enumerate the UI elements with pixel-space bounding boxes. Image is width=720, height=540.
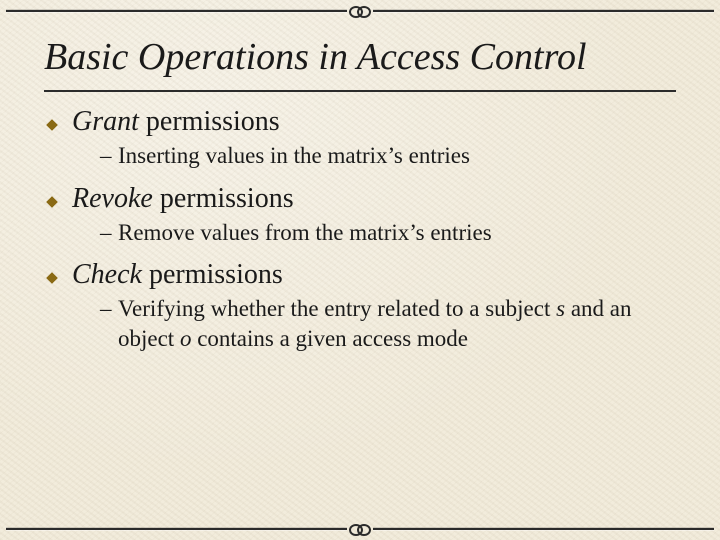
diamond-bullet-icon: [44, 112, 61, 129]
var-s: s: [556, 296, 565, 321]
slide-title: Basic Operations in Access Control: [44, 36, 676, 92]
list-item: Revoke permissions Remove values from th…: [44, 181, 676, 248]
operation-rest: permissions: [139, 106, 280, 137]
list-item: Grant permissions Inserting values in th…: [44, 104, 676, 171]
diamond-bullet-icon: [44, 265, 61, 282]
var-o: o: [180, 326, 192, 351]
sub-list: Inserting values in the matrix’s entries: [72, 141, 676, 171]
operation-verb: Check: [72, 259, 142, 290]
operation-verb: Revoke: [72, 183, 153, 214]
sub-item: Remove values from the matrix’s entries: [100, 218, 676, 248]
operation-verb: Grant: [72, 106, 139, 137]
decorative-border-top: [6, 6, 714, 16]
sub-item: Inserting values in the matrix’s entries: [100, 141, 676, 171]
sub-text: contains a given access mode: [191, 326, 468, 351]
sub-text: Verifying whether the entry related to a…: [118, 296, 556, 321]
operation-rest: permissions: [142, 259, 283, 290]
bullet-list: Grant permissions Inserting values in th…: [44, 104, 676, 355]
slide-content: Basic Operations in Access Control Grant…: [44, 30, 676, 360]
diamond-bullet-icon: [44, 189, 61, 206]
sub-list: Verifying whether the entry related to a…: [72, 294, 676, 354]
decorative-border-bottom: [6, 524, 714, 534]
list-item: Check permissions Verifying whether the …: [44, 257, 676, 354]
sub-list: Remove values from the matrix’s entries: [72, 218, 676, 248]
operation-rest: permissions: [153, 183, 294, 214]
sub-item: Verifying whether the entry related to a…: [100, 294, 676, 354]
